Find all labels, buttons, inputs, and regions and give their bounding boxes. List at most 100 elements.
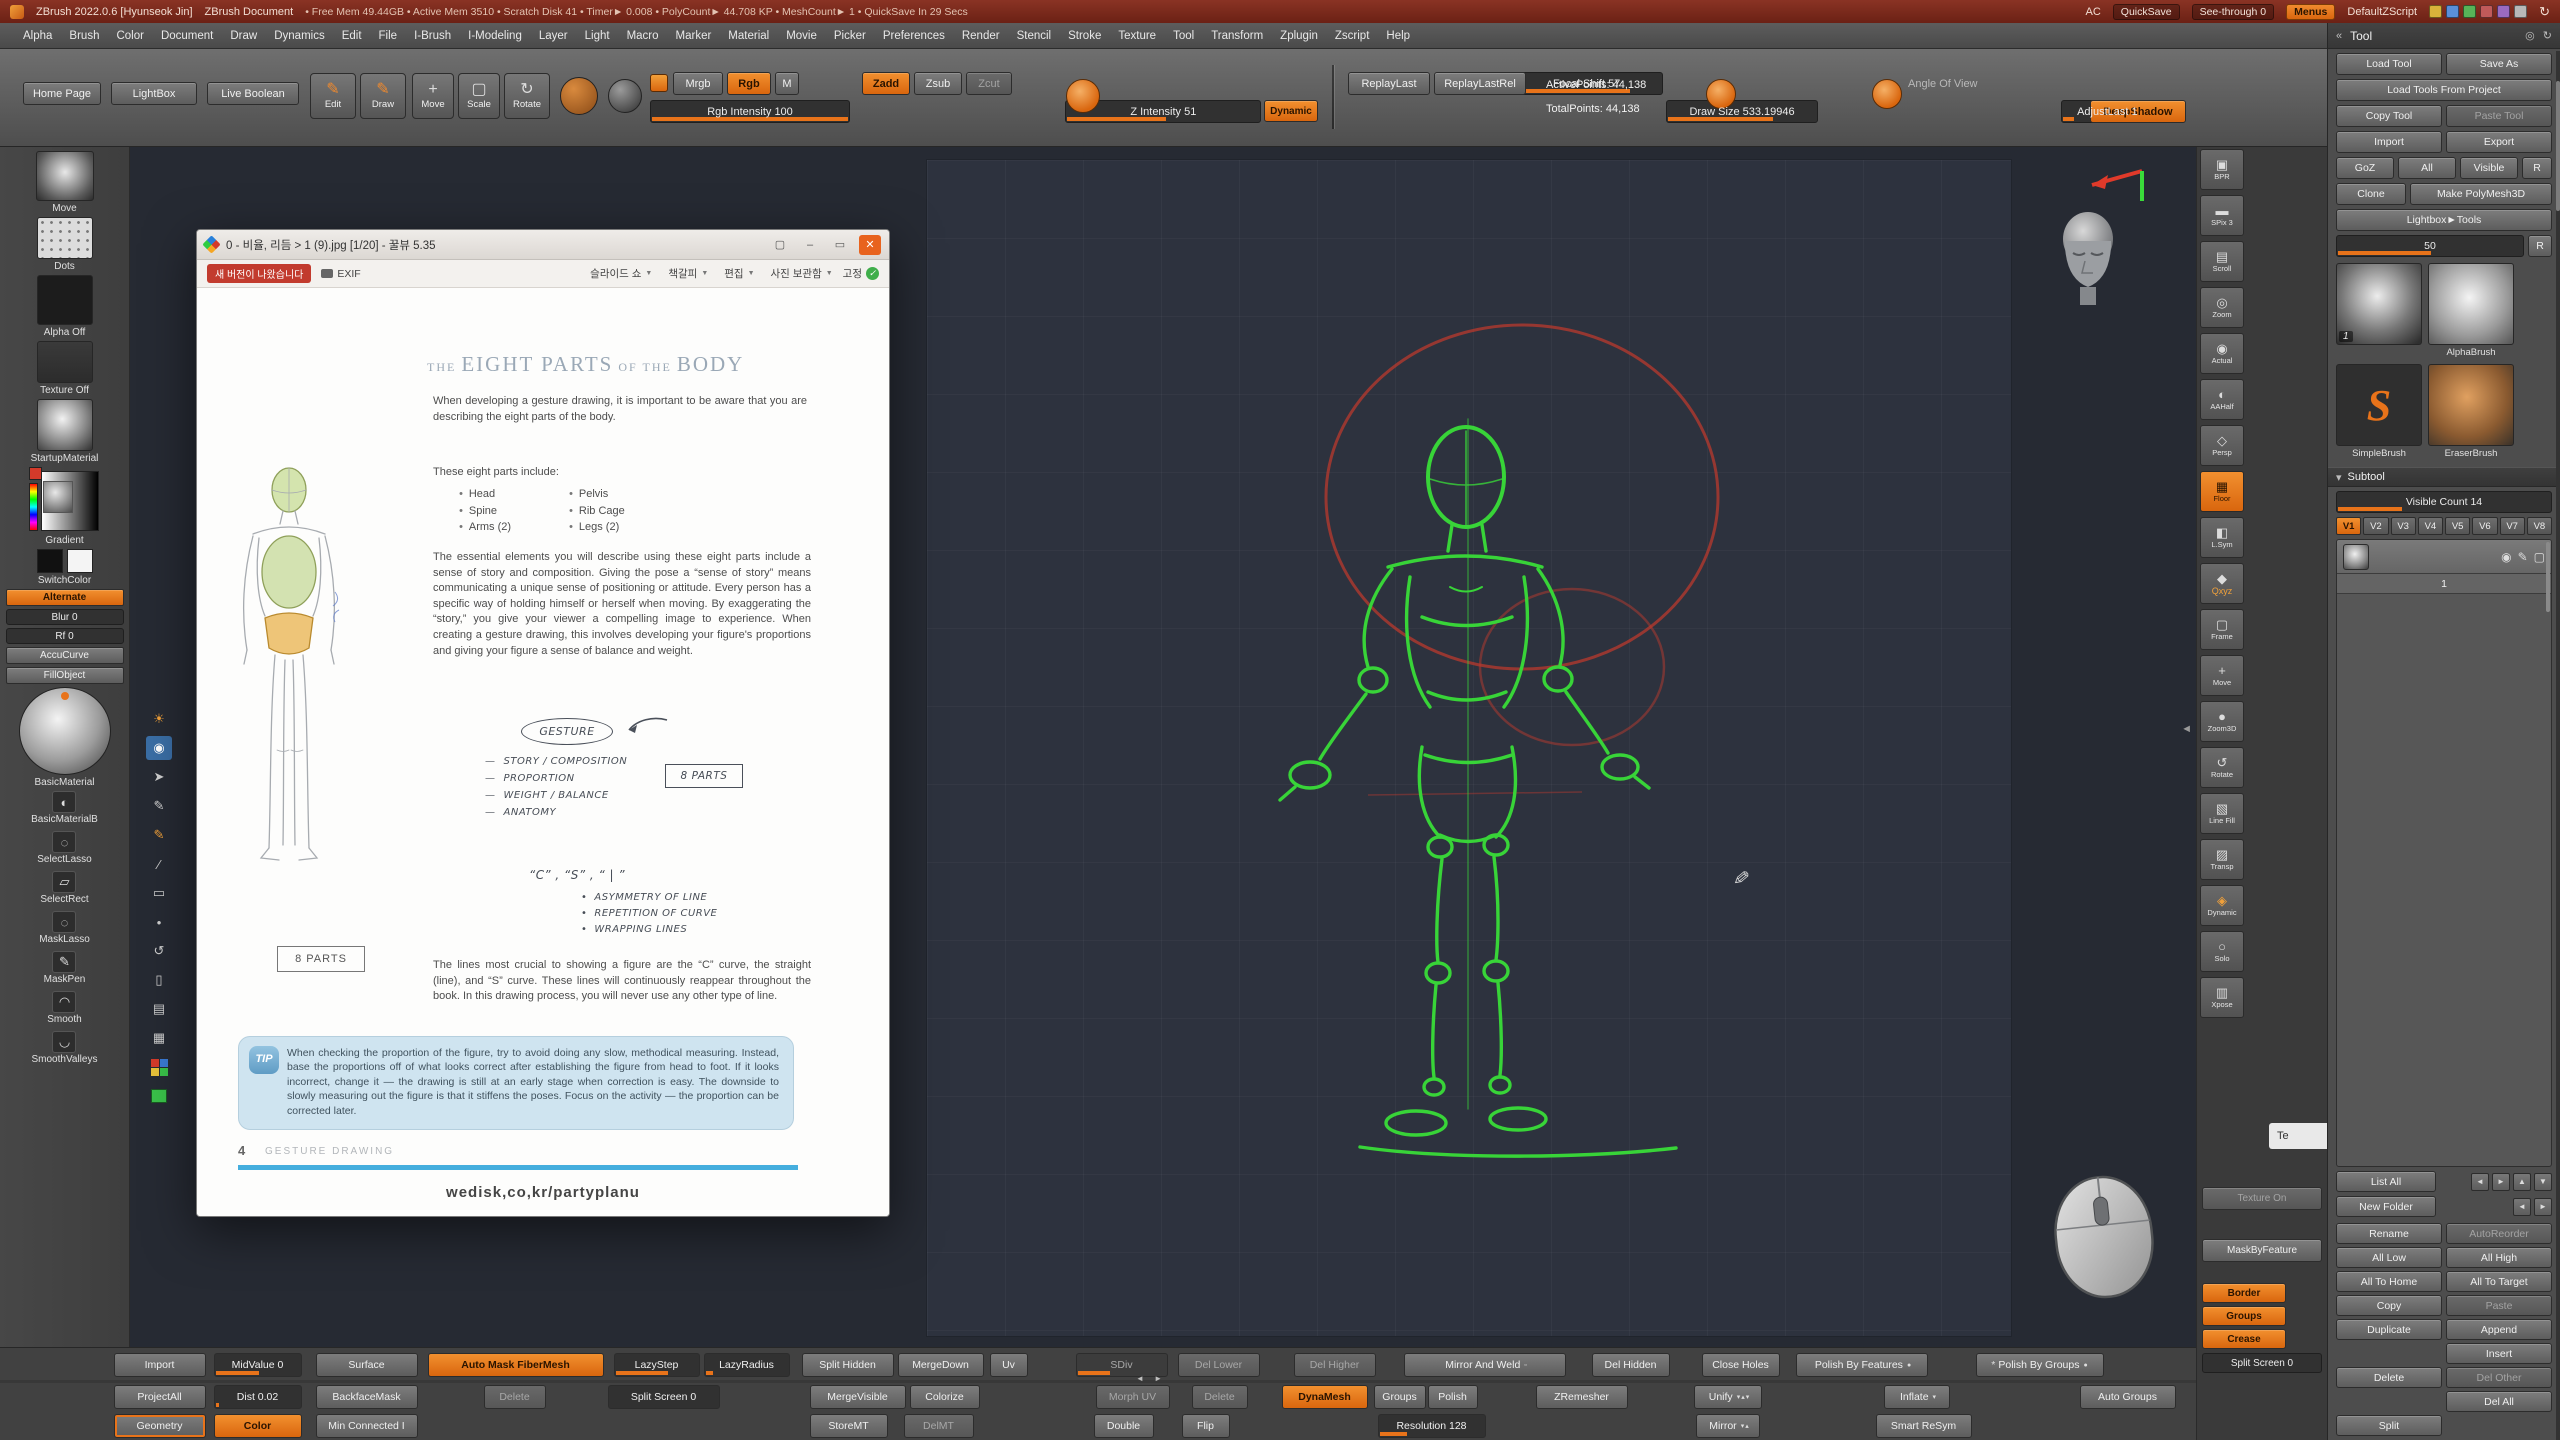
sculpt-canvas[interactable]: ☀ ◉ ➤ ✎ [130, 147, 2196, 1347]
eye-icon[interactable]: ◉ [2501, 550, 2511, 564]
zsub-button[interactable]: Zsub [914, 72, 962, 95]
crease-groups-button[interactable]: Groups [2202, 1306, 2286, 1326]
fullscreen-icon[interactable]: ▢ [769, 235, 791, 255]
alpha-thumbnail[interactable] [37, 275, 93, 325]
titlebar-icon[interactable] [2480, 5, 2493, 18]
mini-toolbar-icon[interactable]: ▭ [146, 881, 172, 905]
menu-item[interactable]: Preferences [883, 30, 945, 42]
mini-toolbar-icon[interactable]: • [146, 910, 172, 934]
subtool-action-button[interactable]: All To Home [2336, 1271, 2442, 1292]
panel-scrollbar[interactable] [2556, 51, 2560, 1440]
menu-item[interactable]: Picker [834, 30, 866, 42]
bottom-bar-item[interactable]: Inflate ▾ [1884, 1385, 1950, 1409]
viewer-titlebar[interactable]: 0 - 비율, 리듬 > 1 (9).jpg [1/20] - 꿀뷰 5.35 … [197, 230, 889, 260]
subtool-name[interactable]: 1 [2337, 574, 2551, 594]
tool-count-slider[interactable]: 50 [2336, 235, 2524, 257]
bottom-bar-item[interactable]: Geometry [114, 1414, 206, 1438]
draw-size-slider[interactable]: Draw Size 533.19946 [1666, 100, 1818, 123]
menu-item[interactable]: Stroke [1068, 30, 1101, 42]
quick-pick-item[interactable]: ◡ SmoothValleys [32, 1031, 98, 1065]
bottom-bar-item[interactable]: BackfaceMask [316, 1385, 418, 1409]
subtool-action-button[interactable]: Append [2446, 1319, 2552, 1340]
copy-tool-button[interactable]: Copy Tool [2336, 105, 2442, 127]
right-shelf-button[interactable]: ◉ Actual [2200, 333, 2244, 374]
goz-visible-button[interactable]: Visible [2460, 157, 2518, 179]
right-shelf-button[interactable]: ▣ BPR [2200, 149, 2244, 190]
color-inner-square[interactable] [43, 481, 73, 513]
current-texture-well[interactable]: Texture Off [37, 341, 93, 396]
exif-button[interactable]: EXIF [321, 268, 360, 280]
menu-item[interactable]: Color [116, 30, 143, 42]
bottom-bar-item[interactable]: MergeDown [898, 1353, 984, 1377]
bottom-bar-item[interactable]: Mirror ▾▴ [1696, 1414, 1760, 1438]
see-through-slider[interactable]: See-through 0 [2192, 4, 2275, 20]
subtool-action-button[interactable]: Del Other [2446, 1367, 2552, 1388]
menu-item[interactable]: Macro [627, 30, 659, 42]
mini-toolbar-icon[interactable]: ↺ [146, 939, 172, 963]
bottom-bar-item[interactable]: MergeVisible [810, 1385, 906, 1409]
quick-pick-item[interactable]: ◠ Smooth [47, 991, 81, 1025]
basic-material-sphere[interactable] [19, 687, 111, 775]
uv-icon[interactable]: ▢ [2534, 550, 2545, 564]
subtool-action-button[interactable]: All High [2446, 1247, 2552, 1268]
right-shelf-button[interactable]: ▧ Line Fill [2200, 793, 2244, 834]
right-shelf-button[interactable]: ◈ Dynamic [2200, 885, 2244, 926]
menu-item[interactable]: File [379, 30, 398, 42]
subtool-view-tab[interactable]: V5 [2445, 517, 2470, 535]
bottom-bar-item[interactable]: Polish [1428, 1385, 1478, 1409]
right-shelf-button[interactable]: ◧ L.Sym [2200, 517, 2244, 558]
menu-item[interactable]: Layer [539, 30, 568, 42]
right-shelf-button[interactable]: ▥ Xpose [2200, 977, 2244, 1018]
subtool-action-button[interactable]: Split [2336, 1415, 2442, 1436]
bottom-bar-item[interactable]: Del Hidden [1592, 1353, 1670, 1377]
mini-toolbar-icon[interactable]: ◉ [146, 736, 172, 760]
subtool-view-tab[interactable]: V6 [2472, 517, 2497, 535]
titlebar-icon[interactable] [2446, 5, 2459, 18]
quick-pick-item[interactable]: ◌ SelectLasso [37, 831, 91, 865]
mask-by-feature-button[interactable]: MaskByFeature [2202, 1239, 2322, 1262]
quick-pick-item[interactable]: ◌ MaskLasso [39, 911, 90, 945]
bottom-bar-item[interactable]: DelMT [904, 1414, 974, 1438]
menu-item[interactable]: Zscript [1335, 30, 1370, 42]
bottom-bar-item[interactable]: Mirror And Weld ▫ [1404, 1353, 1566, 1377]
panel-circle-icon[interactable]: ◎ [2525, 29, 2535, 42]
menu-item[interactable]: Light [585, 30, 610, 42]
bottom-bar-item[interactable]: Auto Mask FiberMesh [428, 1353, 604, 1377]
rotate-button[interactable]: ↻Rotate [504, 73, 550, 119]
bottom-bar-item[interactable]: Split Screen 0 [608, 1385, 720, 1409]
bottom-bar-item[interactable]: MidValue 0 [214, 1353, 302, 1377]
menu-item[interactable]: Document [161, 30, 213, 42]
next-subtool-icon[interactable]: ► [2492, 1173, 2510, 1191]
alpha-brush-thumbnail[interactable] [2428, 263, 2514, 345]
make-polymesh3d-button[interactable]: Make PolyMesh3D [2410, 183, 2552, 205]
draw-button[interactable]: ✎Draw [360, 73, 406, 119]
subtool-action-button[interactable]: AutoReorder [2446, 1223, 2552, 1244]
subtool-action-button[interactable]: All To Target [2446, 1271, 2552, 1292]
bottom-bar-item[interactable]: ZRemesher [1536, 1385, 1628, 1409]
viewer-menu-item[interactable]: 편집▼ [724, 266, 754, 281]
subtool-action-button[interactable]: Rename [2336, 1223, 2442, 1244]
subtool-thumbnail[interactable] [2343, 544, 2369, 570]
split-screen-slider[interactable]: Split Screen 0 [2202, 1353, 2322, 1373]
current-alpha-well[interactable]: Alpha Off [37, 275, 93, 338]
quicksave-button[interactable]: QuickSave [2113, 4, 2180, 20]
menu-item[interactable]: Movie [786, 30, 817, 42]
viewer-menu-item[interactable]: 사진 보관함▼ [771, 266, 833, 281]
dynamic-button[interactable]: Dynamic [1264, 100, 1318, 122]
import-button[interactable]: Import [2336, 131, 2442, 153]
bottom-bar-item[interactable]: StoreMT [810, 1414, 888, 1438]
viewer-menu-item[interactable]: 슬라이드 쇼▼ [590, 266, 652, 281]
bottom-bar-item[interactable]: Color [214, 1414, 302, 1438]
texture-on-button[interactable]: Texture On [2202, 1187, 2322, 1210]
secondary-color-swatch[interactable] [67, 549, 93, 573]
bottom-bar-item[interactable]: Morph UV [1096, 1385, 1170, 1409]
current-stroke-well[interactable]: Dots [37, 217, 93, 272]
bottom-bar-item[interactable]: Polish By Features ● [1796, 1353, 1928, 1377]
right-shelf-button[interactable]: ◇ Persp [2200, 425, 2244, 466]
bottom-bar-item[interactable]: Min Connected I [316, 1414, 418, 1438]
subtool-view-tab[interactable]: V3 [2391, 517, 2416, 535]
bottom-bar-item[interactable]: ProjectAll [114, 1385, 206, 1409]
right-shelf-button[interactable]: ▨ Transp [2200, 839, 2244, 880]
menu-item[interactable]: Brush [69, 30, 99, 42]
new-folder-button[interactable]: New Folder [2336, 1196, 2436, 1217]
